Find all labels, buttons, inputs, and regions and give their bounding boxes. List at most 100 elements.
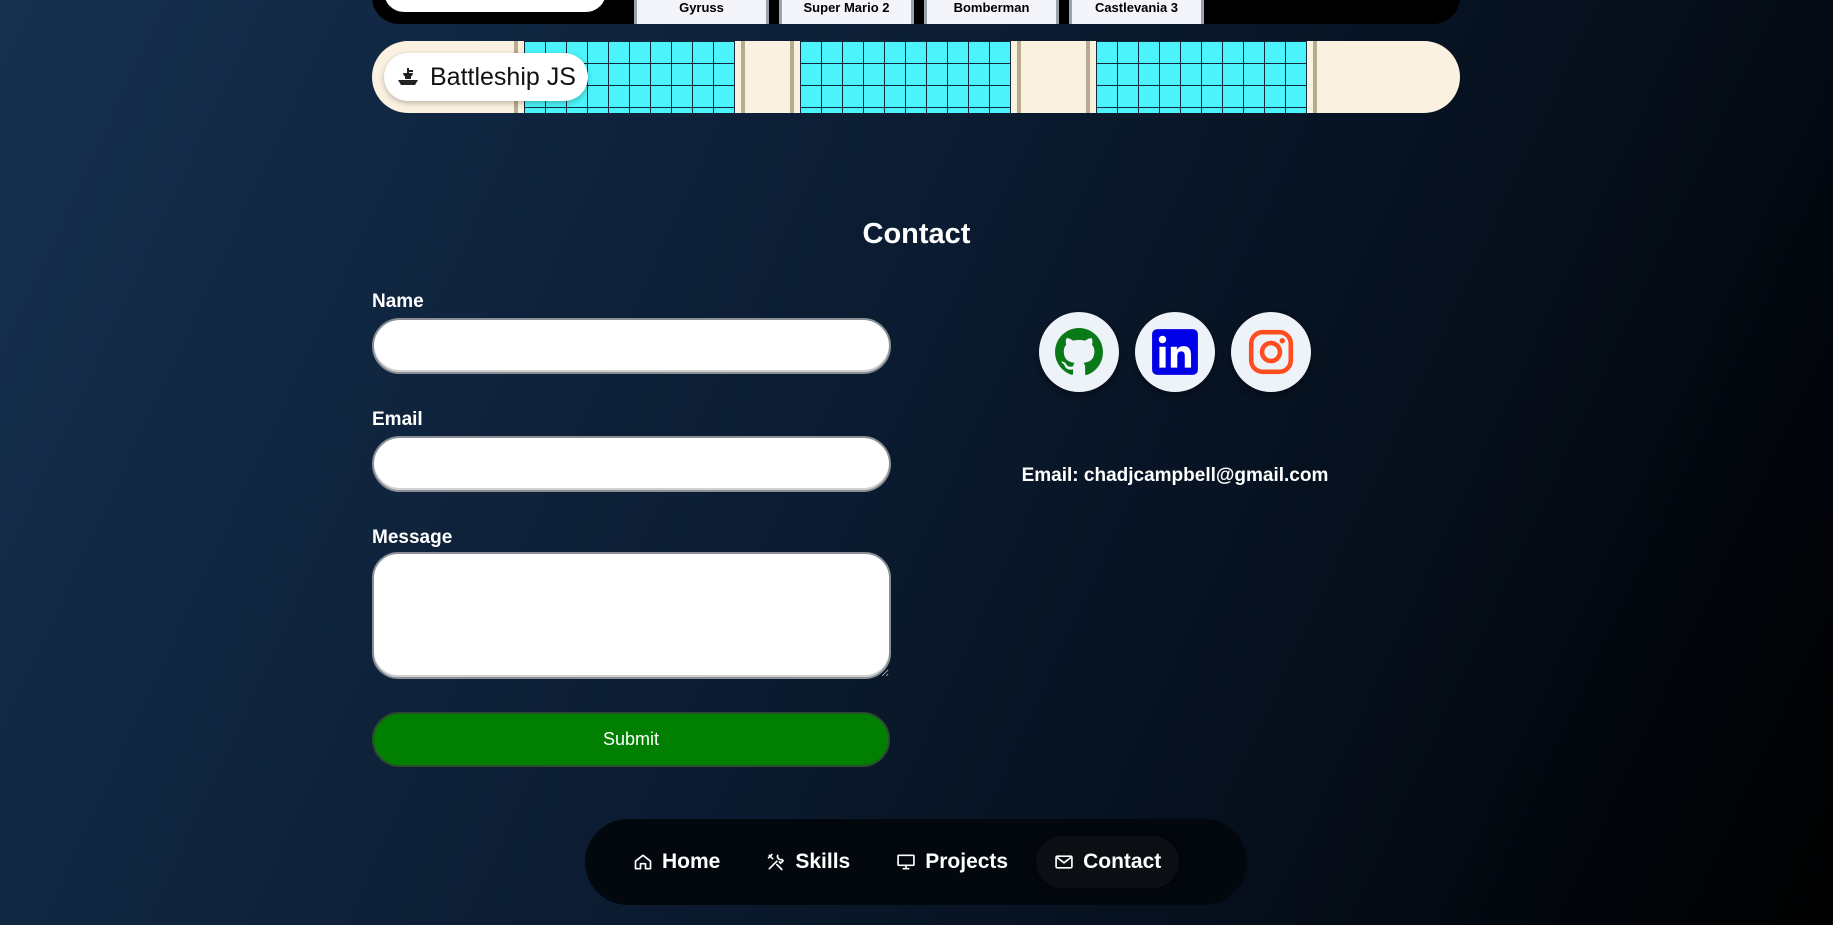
board-cell: [990, 108, 1010, 113]
nav-item-home[interactable]: Home: [615, 836, 738, 888]
board-cell: [1139, 64, 1159, 85]
github-link[interactable]: [1039, 312, 1119, 392]
board-cell: [969, 64, 989, 85]
board-cell: [969, 108, 989, 113]
board-cell: [1223, 42, 1243, 63]
board-cell: [1139, 108, 1159, 113]
board-cell: [1181, 86, 1201, 107]
board-cell: [864, 42, 884, 63]
ship-icon: [398, 68, 418, 85]
board-cell: [1244, 42, 1264, 63]
board-cell: [630, 42, 650, 63]
board-cell: [822, 42, 842, 63]
board-cell: [927, 42, 947, 63]
game-card-castlevania-3[interactable]: Castlevania 3: [1069, 0, 1204, 24]
board-cell: [630, 64, 650, 85]
project-banner-battleship[interactable]: Battleship JS: [372, 41, 1460, 113]
project-banner-nes[interactable]: Gyruss Super Mario 2 Bomberman Castlevan…: [372, 0, 1460, 24]
board-cell: [1202, 64, 1222, 85]
board-cell: [948, 42, 968, 63]
board-cell: [801, 86, 821, 107]
board-cell: [801, 108, 821, 113]
board-cell: [588, 64, 608, 85]
board-cell: [1202, 86, 1222, 107]
board-cell: [651, 86, 671, 107]
monitor-icon: [897, 854, 915, 870]
board-cell: [651, 42, 671, 63]
board-cell: [1244, 86, 1264, 107]
board-cell: [588, 86, 608, 107]
board-cell: [990, 86, 1010, 107]
board-cell: [525, 108, 545, 113]
instagram-link[interactable]: [1231, 312, 1311, 392]
board-cell: [651, 108, 671, 113]
game-card-gyruss[interactable]: Gyruss: [634, 0, 769, 24]
board-cell: [609, 42, 629, 63]
board-cell: [1202, 42, 1222, 63]
board-cell: [630, 86, 650, 107]
board-cell: [885, 64, 905, 85]
board-cell: [714, 108, 734, 113]
board-cell: [969, 42, 989, 63]
board-cell: [609, 86, 629, 107]
nav-item-contact[interactable]: Contact: [1036, 836, 1180, 888]
board-cell: [948, 86, 968, 107]
board-cell: [927, 108, 947, 113]
board-cell: [546, 108, 566, 113]
board-cell: [1160, 64, 1180, 85]
message-field[interactable]: [372, 552, 891, 679]
board-cell: [714, 86, 734, 107]
board-cell: [1118, 108, 1138, 113]
game-card-super-mario-2[interactable]: Super Mario 2: [779, 0, 914, 24]
linkedin-link[interactable]: [1135, 312, 1215, 392]
board-cell: [822, 64, 842, 85]
board-cell: [1181, 108, 1201, 113]
nav-item-skills[interactable]: Skills: [748, 836, 868, 888]
board-cell: [567, 108, 587, 113]
board-cell: [822, 86, 842, 107]
board-cell: [948, 108, 968, 113]
game-card-bomberman[interactable]: Bomberman: [924, 0, 1059, 24]
board-cell: [1097, 86, 1117, 107]
board-cell: [1286, 42, 1306, 63]
section-title: Contact: [862, 218, 971, 250]
board-cell: [906, 86, 926, 107]
board-cell: [1223, 64, 1243, 85]
email-field[interactable]: [372, 436, 891, 492]
board-cell: [843, 64, 863, 85]
board-cell: [609, 108, 629, 113]
board-cell: [1139, 42, 1159, 63]
project-label-pill[interactable]: Battleship JS: [384, 53, 588, 101]
board-cell: [801, 42, 821, 63]
board-cell: [864, 108, 884, 113]
project-title: Battleship JS: [430, 62, 576, 91]
board-cell: [1265, 86, 1285, 107]
board-cell: [714, 64, 734, 85]
board-cell: [864, 86, 884, 107]
submit-button[interactable]: Submit: [372, 712, 890, 767]
nav-item-label: Projects: [925, 850, 1009, 873]
board-cell: [885, 108, 905, 113]
email-label: Email: [372, 409, 423, 430]
board-cell: [693, 42, 713, 63]
board-cell: [1286, 108, 1306, 113]
board-cell: [1097, 64, 1117, 85]
home-icon: [634, 854, 652, 870]
board-cell: [843, 108, 863, 113]
tools-icon: [768, 853, 785, 871]
name-field[interactable]: [372, 318, 891, 374]
name-label: Name: [372, 291, 424, 312]
board-cell: [990, 42, 1010, 63]
board-cell: [927, 86, 947, 107]
board-cell: [672, 64, 692, 85]
project-label-pill: [384, 0, 606, 12]
nav-item-projects[interactable]: Projects: [878, 836, 1026, 888]
board-cell: [1160, 42, 1180, 63]
board-cell: [843, 42, 863, 63]
contact-email-text: Email: chadjcampbell@gmail.com: [1021, 465, 1329, 486]
board-cell: [948, 64, 968, 85]
board-cell: [906, 42, 926, 63]
board-cell: [906, 64, 926, 85]
github-icon: [1055, 328, 1103, 376]
board-cell: [1097, 42, 1117, 63]
